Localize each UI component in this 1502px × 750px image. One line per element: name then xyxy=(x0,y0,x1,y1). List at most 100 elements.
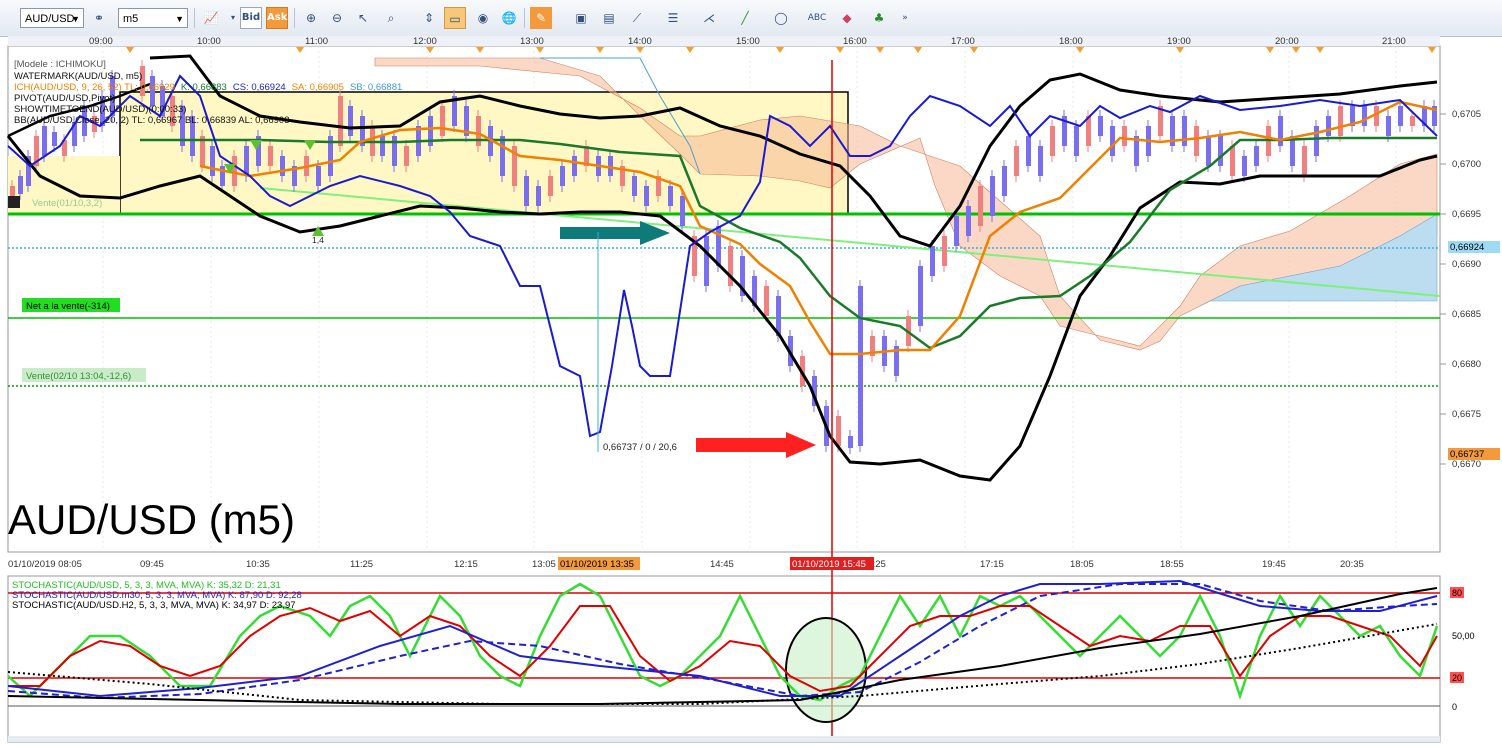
price-label: 0,6705 xyxy=(1452,109,1481,120)
watermark-indicator-label: WATERMARK(AUD/USD, m5) xyxy=(14,71,142,82)
vente2-label: Vente(02/10 13:04,-12,6) xyxy=(26,371,131,382)
toolbar-separator xyxy=(524,8,525,28)
fan-icon[interactable]: ⋌ xyxy=(698,7,720,29)
bottom-time-label: 10:35 xyxy=(246,559,270,570)
top-time-label: 18:00 xyxy=(1059,36,1083,47)
candle-body xyxy=(18,176,23,194)
symbol-select[interactable]: AUD/USD ▼ xyxy=(20,8,84,28)
price-label: 0,6685 xyxy=(1452,309,1481,320)
candle-body xyxy=(858,286,863,446)
time-to-end-label: SHOWTIMETOEND(AUD/USD)(0:00:33) xyxy=(14,104,186,115)
candle-body xyxy=(990,176,995,216)
candle-body xyxy=(280,156,285,176)
ichimoku-sa: SA: 0,66905 xyxy=(292,82,344,93)
chart-area[interactable]: 09:00 10:00 11:00 12:00 13:00 14:00 15:00 16:00… xyxy=(0,36,1502,746)
top-time-label: 16:00 xyxy=(843,36,867,47)
globe-icon[interactable]: 🌐 xyxy=(498,7,520,29)
ichimoku-sb: SB: 0,66881 xyxy=(350,82,402,93)
zoom-out-icon[interactable]: ⊖ xyxy=(326,7,348,29)
bottom-time-label: 18:55 xyxy=(1160,559,1184,570)
top-time-label: 15:00 xyxy=(736,36,760,47)
pencil-icon[interactable]: ✎ xyxy=(530,7,552,29)
eraser-icon[interactable]: ◆ xyxy=(836,7,858,29)
candle-body xyxy=(836,416,841,446)
chart-type-icon[interactable]: 📈 xyxy=(200,7,222,29)
lines-icon[interactable]: ☰ xyxy=(662,7,684,29)
candle-body xyxy=(930,246,935,276)
template-icon[interactable]: ▤ xyxy=(598,7,620,29)
candle-body xyxy=(704,236,709,286)
candle-body xyxy=(632,176,637,196)
zoom-in-icon[interactable]: ⊕ xyxy=(300,7,322,29)
top-time-axis xyxy=(8,36,1440,46)
abc-text-icon[interactable]: ABC xyxy=(806,7,828,29)
fit-vertical-icon[interactable]: ⇕ xyxy=(418,7,440,29)
symbol-value: AUD/USD xyxy=(25,13,75,25)
candle-body xyxy=(348,106,353,136)
candle-body xyxy=(848,436,853,448)
top-time-label: 14:00 xyxy=(628,36,652,47)
candle-body xyxy=(1314,126,1319,156)
top-time-label: 09:00 xyxy=(89,36,113,47)
more-icon[interactable]: » xyxy=(894,7,916,29)
candle-body xyxy=(338,96,343,146)
candle-body xyxy=(1338,106,1343,136)
bottom-time-axis: 01/10/2019 08:05 09:45 10:35 11:25 12:15 13:0… xyxy=(8,559,1364,570)
timeframe-select[interactable]: m5 ▼ xyxy=(118,8,188,28)
candle-body xyxy=(1122,126,1127,146)
candle-body xyxy=(1398,106,1403,126)
candle-body xyxy=(42,126,47,156)
blue-price-value: 0,66924 xyxy=(1450,242,1484,253)
chevron-down-icon: ▼ xyxy=(71,14,80,24)
horizontal-scrollbar[interactable] xyxy=(8,736,1440,742)
candle-body xyxy=(1194,126,1199,156)
top-time-label: 20:00 xyxy=(1275,36,1299,47)
bottom-time-label: 20:35 xyxy=(1340,559,1364,570)
note-icon[interactable]: ▭ xyxy=(444,7,466,29)
candle-body xyxy=(716,226,721,266)
candle-body xyxy=(232,156,237,186)
price-label: 0,6695 xyxy=(1452,209,1481,220)
bottom-time-label: 17:15 xyxy=(980,559,1004,570)
candle-body xyxy=(918,266,923,326)
bid-button[interactable]: Bid xyxy=(240,7,262,29)
arrow-count-label: 1,4 xyxy=(312,235,324,245)
candle-body xyxy=(572,156,577,176)
eye-icon[interactable]: ◉ xyxy=(472,7,494,29)
stoch3-label: STOCHASTIC(AUD/USD.H2, 5, 3, 3, MVA, MVA… xyxy=(12,600,296,611)
candle-body xyxy=(1278,116,1283,146)
candle-body xyxy=(1386,116,1391,136)
tree-icon[interactable]: ♣ xyxy=(868,7,890,29)
vente1-label: Vente(01/10,3,2) xyxy=(32,198,102,209)
candle-body xyxy=(1242,156,1247,176)
candle-body xyxy=(52,132,57,146)
candle-body xyxy=(536,186,541,206)
candle-body xyxy=(764,286,769,316)
price-axis: 0,6705 0,6700 0,6695 0,6690 0,6685 0,6680 0,66… xyxy=(1440,109,1481,470)
candle-body xyxy=(1182,116,1187,146)
candle-body xyxy=(10,186,15,196)
link-icon[interactable]: ⚭ xyxy=(88,7,110,29)
candle-body xyxy=(404,146,409,166)
stoch-20-label: 20 xyxy=(1452,673,1462,683)
candle-body xyxy=(1410,116,1415,126)
ellipse-icon[interactable]: ◯ xyxy=(770,7,792,29)
cursor-icon[interactable]: ↖ xyxy=(352,7,374,29)
zoom-area-icon[interactable]: ⌕ xyxy=(380,7,402,29)
ask-button[interactable]: Ask xyxy=(266,7,288,29)
candle-body xyxy=(476,116,481,146)
price-label: 0,6690 xyxy=(1452,259,1481,270)
bottom-time-label: 11:25 xyxy=(350,559,373,570)
chart-canvas[interactable]: 09:00 10:00 11:00 12:00 13:00 14:00 15:00 16:00… xyxy=(0,36,1502,746)
candle-body xyxy=(1002,166,1007,196)
indicator-icon[interactable]: ⟋ xyxy=(626,7,648,29)
screenshot-icon[interactable]: ▣ xyxy=(570,7,592,29)
ichimoku-prefix: ICH(AUD/USD, 9, 26, 52) TL: 0,66929 xyxy=(14,82,175,93)
price-label: 0,6680 xyxy=(1452,359,1481,370)
trendline-icon[interactable]: ╱ xyxy=(734,7,756,29)
candle-body xyxy=(268,146,273,166)
bottom-time-label: 18:05 xyxy=(1070,559,1094,570)
candle-body xyxy=(680,196,685,226)
top-time-label: 19:00 xyxy=(1167,36,1191,47)
price-label: 0,6700 xyxy=(1452,159,1481,170)
